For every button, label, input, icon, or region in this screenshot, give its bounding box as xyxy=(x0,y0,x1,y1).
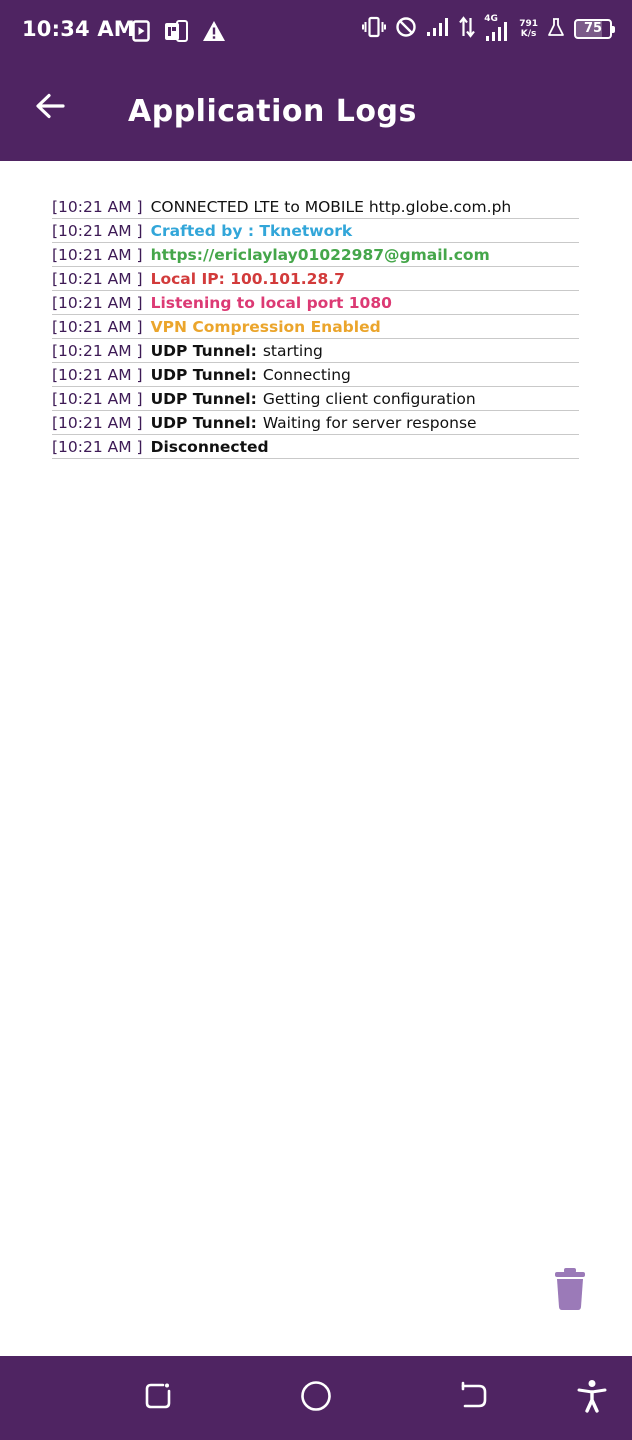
log-message: Listening to local port 1080 xyxy=(150,294,392,312)
app-notification-icon xyxy=(164,20,188,46)
screen-record-icon xyxy=(132,20,150,46)
battery-level: 75 xyxy=(583,21,603,36)
log-timestamp: [10:21 AM ] xyxy=(52,318,143,336)
network-speed: 791 K/s xyxy=(519,19,538,39)
log-label: UDP Tunnel: xyxy=(150,414,257,432)
arrow-left-icon xyxy=(35,93,65,123)
log-timestamp: [10:21 AM ] xyxy=(52,438,143,456)
log-entry: [10:21 AM ] UDP Tunnel: Connecting xyxy=(52,363,579,387)
log-entry: [10:21 AM ] Disconnected xyxy=(52,435,579,459)
log-entry: [10:21 AM ] UDP Tunnel: Getting client con… xyxy=(52,387,579,411)
log-message: Crafted by : Tknetwork xyxy=(150,222,353,240)
log-entry: [10:21 AM ] https://ericlaylay01022987@gm… xyxy=(52,243,579,267)
log-entry: [10:21 AM ] UDP Tunnel: starting xyxy=(52,339,579,363)
nav-back-icon xyxy=(459,1381,489,1415)
data-transfer-icon xyxy=(459,16,476,42)
log-message: Waiting for server response xyxy=(262,414,477,432)
status-notification-icons xyxy=(132,20,226,46)
app-bar: Application Logs xyxy=(0,64,632,161)
accessibility-icon xyxy=(577,1379,607,1417)
log-timestamp: [10:21 AM ] xyxy=(52,222,143,240)
log-message: VPN Compression Enabled xyxy=(150,318,381,336)
log-timestamp: [10:21 AM ] xyxy=(52,294,143,312)
log-label: UDP Tunnel: xyxy=(150,390,257,408)
signal-icon xyxy=(426,17,450,41)
log-entry: [10:21 AM ] Listening to local port 1080 xyxy=(52,291,579,315)
battery-indicator: 75 xyxy=(574,19,615,39)
network-speed-value: 791 xyxy=(519,19,538,29)
log-message: Getting client configuration xyxy=(262,390,476,408)
log-entry: [10:21 AM ] CONNECTED LTE to MOBILE http.… xyxy=(52,195,579,219)
accessibility-button[interactable] xyxy=(572,1378,612,1418)
log-message: Local IP: 100.101.28.7 xyxy=(150,270,345,288)
clear-logs-button[interactable] xyxy=(548,1266,592,1316)
log-entry: [10:21 AM ] UDP Tunnel: Waiting for server… xyxy=(52,411,579,435)
top-bar: 10:34 AM 4G 791 K/s 75 Application Logs xyxy=(0,0,632,161)
log-message: Disconnected xyxy=(150,438,269,456)
log-message: Connecting xyxy=(262,366,351,384)
navigation-bar xyxy=(0,1356,632,1440)
nav-home-button[interactable] xyxy=(296,1378,336,1418)
log-timestamp: [10:21 AM ] xyxy=(52,246,143,264)
log-entry: [10:21 AM ] Crafted by : Tknetwork xyxy=(52,219,579,243)
log-timestamp: [10:21 AM ] xyxy=(52,366,143,384)
vibrate-icon xyxy=(362,16,387,42)
signal-4g-icon: 4G xyxy=(484,14,510,42)
flask-icon xyxy=(547,17,565,41)
home-circle-icon xyxy=(300,1380,332,1416)
log-timestamp: [10:21 AM ] xyxy=(52,342,143,360)
do-not-disturb-icon xyxy=(395,16,417,42)
warning-icon xyxy=(202,20,226,46)
nav-recents-button[interactable] xyxy=(138,1378,178,1418)
log-entry: [10:21 AM ] Local IP: 100.101.28.7 xyxy=(52,267,579,291)
log-timestamp: [10:21 AM ] xyxy=(52,390,143,408)
log-timestamp: [10:21 AM ] xyxy=(52,198,143,216)
back-button[interactable] xyxy=(28,86,72,130)
log-timestamp: [10:21 AM ] xyxy=(52,270,143,288)
status-time: 10:34 AM xyxy=(22,17,135,41)
network-speed-unit: K/s xyxy=(520,29,537,39)
recents-icon xyxy=(143,1381,173,1415)
log-label: UDP Tunnel: xyxy=(150,366,257,384)
status-system-icons: 4G 791 K/s 75 xyxy=(362,14,615,42)
log-message: https://ericlaylay01022987@gmail.com xyxy=(150,246,490,264)
log-timestamp: [10:21 AM ] xyxy=(52,414,143,432)
log-entry: [10:21 AM ] VPN Compression Enabled xyxy=(52,315,579,339)
page-title: Application Logs xyxy=(128,94,417,129)
status-bar: 10:34 AM 4G 791 K/s 75 xyxy=(0,0,632,64)
log-label: UDP Tunnel: xyxy=(150,342,257,360)
nav-back-button[interactable] xyxy=(454,1378,494,1418)
log-message: starting xyxy=(262,342,323,360)
log-message: CONNECTED LTE to MOBILE http.globe.com.p… xyxy=(150,198,512,216)
log-list: [10:21 AM ] CONNECTED LTE to MOBILE http.… xyxy=(52,195,579,459)
trash-icon xyxy=(553,1267,587,1315)
